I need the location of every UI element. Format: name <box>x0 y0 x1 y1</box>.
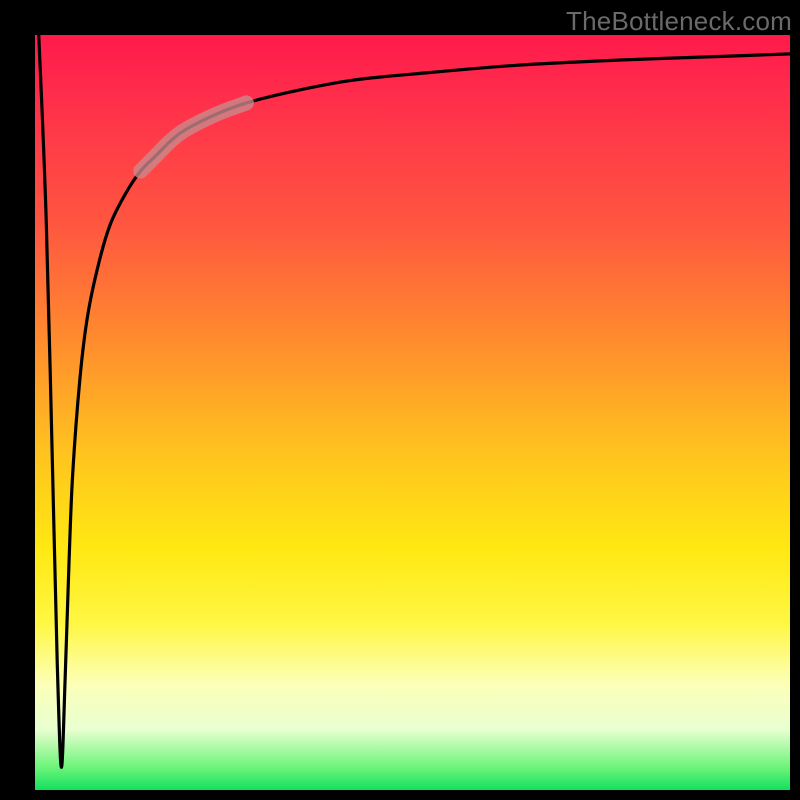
watermark-text: TheBottleneck.com <box>566 6 792 37</box>
chart-frame: TheBottleneck.com <box>0 0 800 800</box>
curve-highlight <box>141 103 247 171</box>
bottleneck-curve <box>39 35 790 767</box>
plot-area <box>35 35 790 790</box>
curve-svg <box>35 35 790 790</box>
